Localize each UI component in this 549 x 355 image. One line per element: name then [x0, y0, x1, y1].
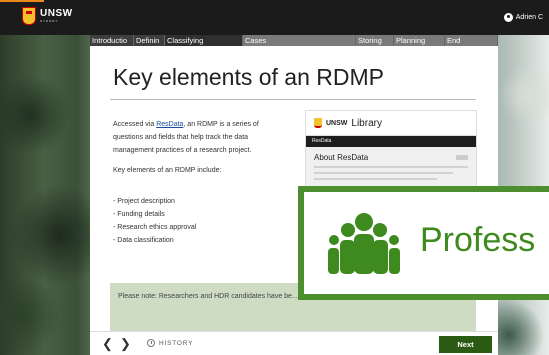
- intro-paragraph: Accessed via ResData, an RDMP is a serie…: [113, 118, 288, 157]
- history-label: HISTORY: [159, 339, 194, 347]
- screenshot-bar: ResData: [306, 136, 476, 147]
- screenshot-text-line: [314, 166, 468, 168]
- chevron-right-icon[interactable]: ❯: [120, 336, 131, 352]
- nav-tab-planning[interactable]: Planning: [394, 35, 445, 46]
- top-bar: UNSW SYDNEY Adrien C: [0, 0, 549, 35]
- list-item: - Funding details: [113, 211, 165, 218]
- screenshot-library: Library: [351, 117, 382, 129]
- list-item: - Project description: [113, 198, 175, 205]
- crest-icon: [22, 7, 36, 25]
- nav-tab-introduction[interactable]: Introductio: [90, 35, 134, 46]
- crest-icon: [314, 118, 322, 128]
- screenshot-text-line: [314, 178, 438, 180]
- overlay-card: Profess: [304, 192, 549, 294]
- intro-prefix: Accessed via: [113, 121, 157, 128]
- unsw-logo[interactable]: UNSW SYDNEY: [22, 7, 73, 25]
- resdata-link[interactable]: ResData: [156, 121, 183, 128]
- nav-tab-classifying[interactable]: Classifying: [165, 35, 243, 46]
- page-title: Key elements of an RDMP: [113, 64, 385, 90]
- screenshot-button: [456, 155, 468, 160]
- next-button[interactable]: Next: [439, 336, 492, 353]
- list-item: - Data classification: [113, 237, 174, 244]
- history-icon: [147, 339, 155, 347]
- list-item: - Research ethics approval: [113, 224, 197, 231]
- logo-subtext: SYDNEY: [40, 19, 59, 23]
- user-name: Adrien C: [515, 14, 543, 21]
- user-menu[interactable]: Adrien C: [503, 13, 543, 22]
- nav-tab-defining[interactable]: Definin: [134, 35, 165, 46]
- screenshot-header: UNSW Library: [306, 111, 476, 136]
- screenshot-unsw: UNSW: [326, 119, 348, 127]
- screenshot-text-line: [314, 172, 453, 174]
- nav-tab-storing[interactable]: Storing: [356, 35, 394, 46]
- professional-overlay: Profess: [298, 186, 549, 300]
- history-button[interactable]: HISTORY: [147, 339, 193, 347]
- screenshot-heading: About ResData: [314, 153, 369, 162]
- user-icon: [503, 13, 513, 22]
- overlay-text: Profess: [420, 221, 536, 259]
- bottom-bar: ❮ ❯ HISTORY Next: [90, 331, 498, 355]
- title-divider: [110, 99, 476, 100]
- people-group-icon: [328, 213, 400, 274]
- nav-tab-cases[interactable]: Cases: [243, 35, 356, 46]
- nav-tab-end[interactable]: End: [445, 35, 498, 46]
- key-elements-heading: Key elements of an RDMP include:: [113, 167, 222, 174]
- key-elements-list: - Project description - Funding details …: [113, 195, 196, 247]
- orange-accent-line: [0, 0, 44, 2]
- section-nav: Introductio Definin Classifying Cases St…: [90, 35, 498, 46]
- logo-text: UNSW: [40, 8, 73, 19]
- chevron-left-icon[interactable]: ❮: [102, 336, 113, 352]
